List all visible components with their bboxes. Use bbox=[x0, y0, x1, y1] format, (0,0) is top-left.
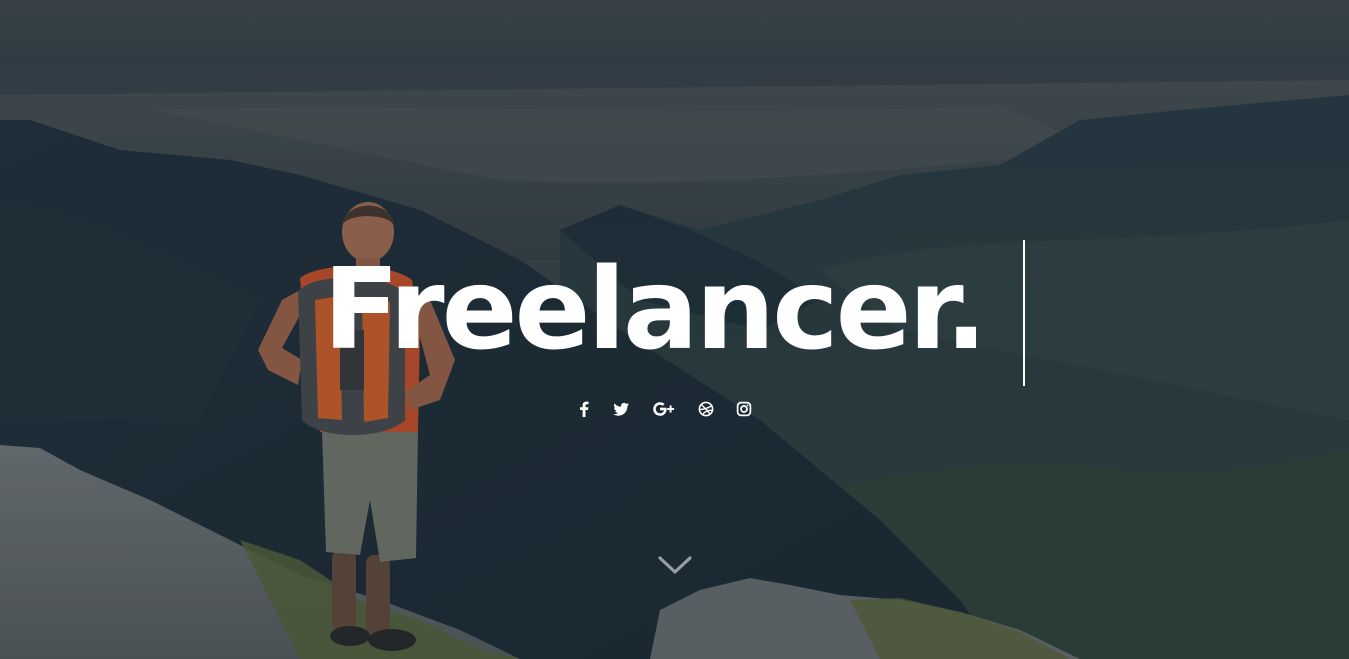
dribbble-icon bbox=[698, 401, 714, 417]
twitter-icon bbox=[613, 402, 629, 416]
google-plus-link[interactable] bbox=[652, 396, 676, 422]
hero-section: Freelancer. bbox=[0, 0, 1349, 659]
dribbble-link[interactable] bbox=[698, 396, 714, 422]
scroll-down-button[interactable] bbox=[656, 552, 694, 578]
facebook-icon bbox=[580, 401, 589, 417]
hero-content: Freelancer. bbox=[0, 0, 1349, 659]
hero-headline: Freelancer. bbox=[323, 245, 987, 375]
typing-caret bbox=[1023, 240, 1025, 386]
instagram-link[interactable] bbox=[736, 396, 752, 422]
social-links bbox=[578, 396, 774, 422]
chevron-down-icon bbox=[658, 556, 692, 574]
instagram-icon bbox=[736, 401, 752, 417]
facebook-link[interactable] bbox=[578, 396, 590, 422]
google-plus-icon bbox=[653, 402, 675, 416]
twitter-link[interactable] bbox=[612, 396, 630, 422]
